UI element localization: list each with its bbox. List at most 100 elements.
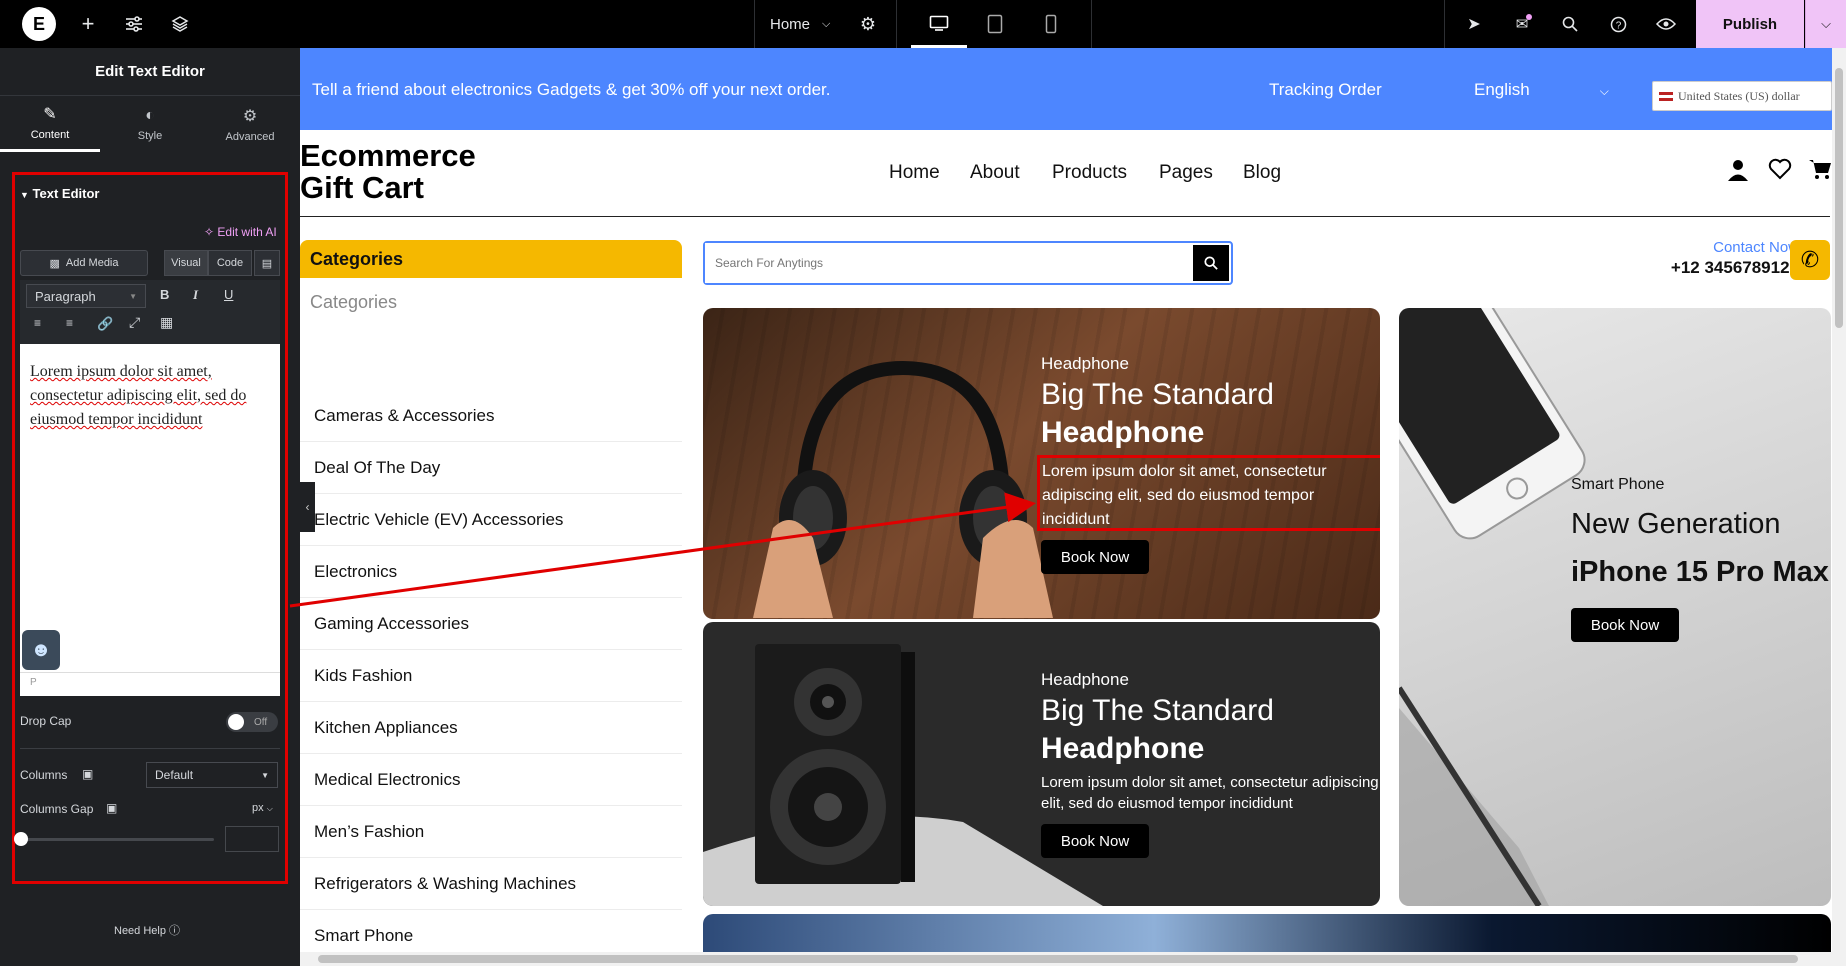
tab-content[interactable]: ✎ Content bbox=[0, 96, 100, 152]
tab-style-label: Style bbox=[137, 129, 163, 142]
contact-phone[interactable]: +12 3456789123 bbox=[1619, 258, 1799, 278]
robot-avatar-icon[interactable]: ☻ bbox=[22, 630, 60, 670]
plus-icon[interactable]: + bbox=[76, 11, 100, 36]
chevron-down-icon: ⌵ bbox=[266, 804, 273, 813]
drop-cap-toggle[interactable]: Off bbox=[226, 712, 278, 732]
search-input[interactable] bbox=[705, 243, 1185, 283]
nav-home[interactable]: Home bbox=[889, 162, 940, 184]
banner-3-book-button[interactable]: Book Now bbox=[1571, 608, 1679, 642]
collapse-panel-chevron-icon[interactable]: ‹ bbox=[300, 482, 315, 532]
bold-icon[interactable]: B bbox=[160, 287, 169, 302]
category-item[interactable]: Kids Fashion bbox=[300, 650, 682, 702]
category-item[interactable]: Cameras & Accessories bbox=[300, 390, 682, 442]
bullet-list-icon[interactable]: ≡ bbox=[34, 316, 41, 330]
sparkle-icon: ✧ bbox=[204, 225, 215, 239]
rocket-icon[interactable]: ➤ bbox=[1462, 12, 1486, 36]
link-icon[interactable]: 🔗 bbox=[97, 316, 113, 332]
banner-1-tag: Headphone bbox=[1041, 354, 1129, 373]
tab-visual[interactable]: Visual bbox=[164, 250, 208, 276]
desktop-icon[interactable] bbox=[911, 0, 967, 48]
columns-gap-input[interactable] bbox=[225, 826, 279, 852]
format-select[interactable]: Paragraph ▼ bbox=[26, 284, 146, 308]
nav-blog[interactable]: Blog bbox=[1243, 162, 1281, 184]
currency-select[interactable]: United States (US) dollar bbox=[1652, 81, 1832, 111]
publish-button[interactable]: Publish bbox=[1696, 0, 1804, 48]
columns-gap-label: Columns Gap bbox=[20, 802, 94, 816]
keyboard-icon[interactable]: ▦ bbox=[160, 314, 173, 331]
search-icon[interactable] bbox=[1558, 12, 1582, 36]
banner-card-3: Smart Phone New Generation iPhone 15 Pro … bbox=[1399, 308, 1831, 906]
tab-style[interactable]: ◐ Style bbox=[100, 96, 200, 152]
vertical-scrollbar-thumb[interactable] bbox=[1835, 68, 1843, 328]
gear-icon: ⚙ bbox=[242, 107, 258, 125]
editor-top-bar: E + Home ⌵ ⚙ ➤ ✉ ? Publish ⌵ bbox=[0, 0, 1846, 48]
eye-icon[interactable] bbox=[1654, 12, 1678, 36]
drop-cap-label: Drop Cap bbox=[20, 714, 72, 728]
tab-code[interactable]: Code bbox=[208, 250, 252, 276]
layers-icon[interactable] bbox=[168, 12, 192, 36]
category-item[interactable]: Electronics bbox=[300, 546, 682, 598]
mobile-icon[interactable] bbox=[1023, 0, 1079, 48]
unit-label: px bbox=[252, 802, 264, 814]
page-selector[interactable]: Home ⌵ bbox=[770, 12, 830, 36]
desktop-responsive-icon[interactable]: ▣ bbox=[82, 767, 93, 781]
nav-products[interactable]: Products bbox=[1052, 162, 1127, 184]
banner-1-book-button[interactable]: Book Now bbox=[1041, 540, 1149, 574]
banner-3-title: New Generation iPhone 15 Pro Max bbox=[1571, 500, 1829, 596]
language-label: English bbox=[1474, 80, 1530, 99]
site-logo[interactable]: Ecommerce Gift Cart bbox=[300, 140, 476, 204]
unit-select[interactable]: px ⌵ bbox=[252, 802, 273, 814]
tablet-icon[interactable] bbox=[967, 0, 1023, 48]
banner-2-book-button[interactable]: Book Now bbox=[1041, 824, 1149, 858]
section-toggle[interactable]: ▼ Text Editor bbox=[20, 186, 99, 201]
desktop-responsive-icon[interactable]: ▣ bbox=[106, 801, 117, 815]
elementor-logo-icon[interactable]: E bbox=[22, 7, 56, 41]
banner-1-desc[interactable]: Lorem ipsum dolor sit amet, consectetur … bbox=[1037, 455, 1380, 531]
horizontal-scrollbar[interactable] bbox=[300, 952, 1832, 966]
banner-2-tag: Headphone bbox=[1041, 670, 1129, 689]
category-item[interactable]: Refrigerators & Washing Machines bbox=[300, 858, 682, 910]
format-select-label: Paragraph bbox=[35, 288, 96, 304]
phone-icon[interactable]: ✆ bbox=[1790, 240, 1830, 280]
gear-icon[interactable]: ⚙ bbox=[856, 12, 880, 36]
user-icon[interactable] bbox=[1726, 158, 1750, 187]
italic-icon[interactable]: I bbox=[193, 287, 198, 303]
columns-select[interactable]: Default ▼ bbox=[146, 762, 278, 788]
cart-icon[interactable] bbox=[1808, 158, 1832, 185]
heart-icon[interactable] bbox=[1768, 158, 1792, 185]
tab-content-label: Content bbox=[30, 129, 70, 141]
tab-advanced[interactable]: ⚙ Advanced bbox=[200, 96, 300, 152]
nav-pages[interactable]: Pages bbox=[1159, 162, 1213, 184]
megaphone-icon[interactable]: ✉ bbox=[1510, 12, 1534, 36]
category-item[interactable]: Electric Vehicle (EV) Accessories bbox=[300, 494, 682, 546]
editor-panel: Edit Text Editor ✎ Content ◐ Style ⚙ Advanc… bbox=[0, 48, 300, 966]
numbered-list-icon[interactable]: ≡ bbox=[66, 316, 73, 330]
underline-icon[interactable]: U bbox=[224, 287, 233, 302]
toggle-knob bbox=[228, 714, 244, 730]
banner-3-title-line2: iPhone 15 Pro Max bbox=[1571, 556, 1829, 588]
add-media-button[interactable]: ▩ Add Media bbox=[20, 250, 148, 276]
language-select[interactable]: English ⌵ bbox=[1474, 80, 1609, 100]
columns-gap-slider[interactable] bbox=[20, 838, 214, 841]
need-help-link[interactable]: Need Help ⓘ bbox=[114, 922, 180, 938]
banner-card-2: Headphone Big The Standard Headphone Lore… bbox=[703, 622, 1380, 906]
vertical-scrollbar[interactable] bbox=[1832, 48, 1846, 966]
tracking-order-link[interactable]: Tracking Order bbox=[1269, 80, 1382, 100]
sliders-icon[interactable] bbox=[122, 12, 146, 36]
currency-label: United States (US) dollar bbox=[1678, 88, 1800, 103]
search-button[interactable] bbox=[1193, 245, 1229, 281]
publish-options-chevron-icon[interactable]: ⌵ bbox=[1805, 0, 1846, 48]
horizontal-scrollbar-thumb[interactable] bbox=[318, 955, 1798, 963]
toolbar-toggle-icon[interactable]: ▤ bbox=[254, 250, 280, 276]
help-icon[interactable]: ? bbox=[1606, 12, 1630, 36]
category-item[interactable]: Deal Of The Day bbox=[300, 442, 682, 494]
category-item[interactable]: Medical Electronics bbox=[300, 754, 682, 806]
category-item[interactable]: Gaming Accessories bbox=[300, 598, 682, 650]
fullscreen-icon[interactable]: ⤢ bbox=[129, 314, 140, 331]
half-circle-icon: ◐ bbox=[145, 106, 155, 124]
category-item[interactable]: Kitchen Appliances bbox=[300, 702, 682, 754]
slider-handle[interactable] bbox=[14, 832, 28, 846]
nav-about[interactable]: About bbox=[970, 162, 1020, 184]
edit-with-ai-link[interactable]: ✧ Edit with AI bbox=[204, 225, 277, 239]
category-item[interactable]: Men’s Fashion bbox=[300, 806, 682, 858]
